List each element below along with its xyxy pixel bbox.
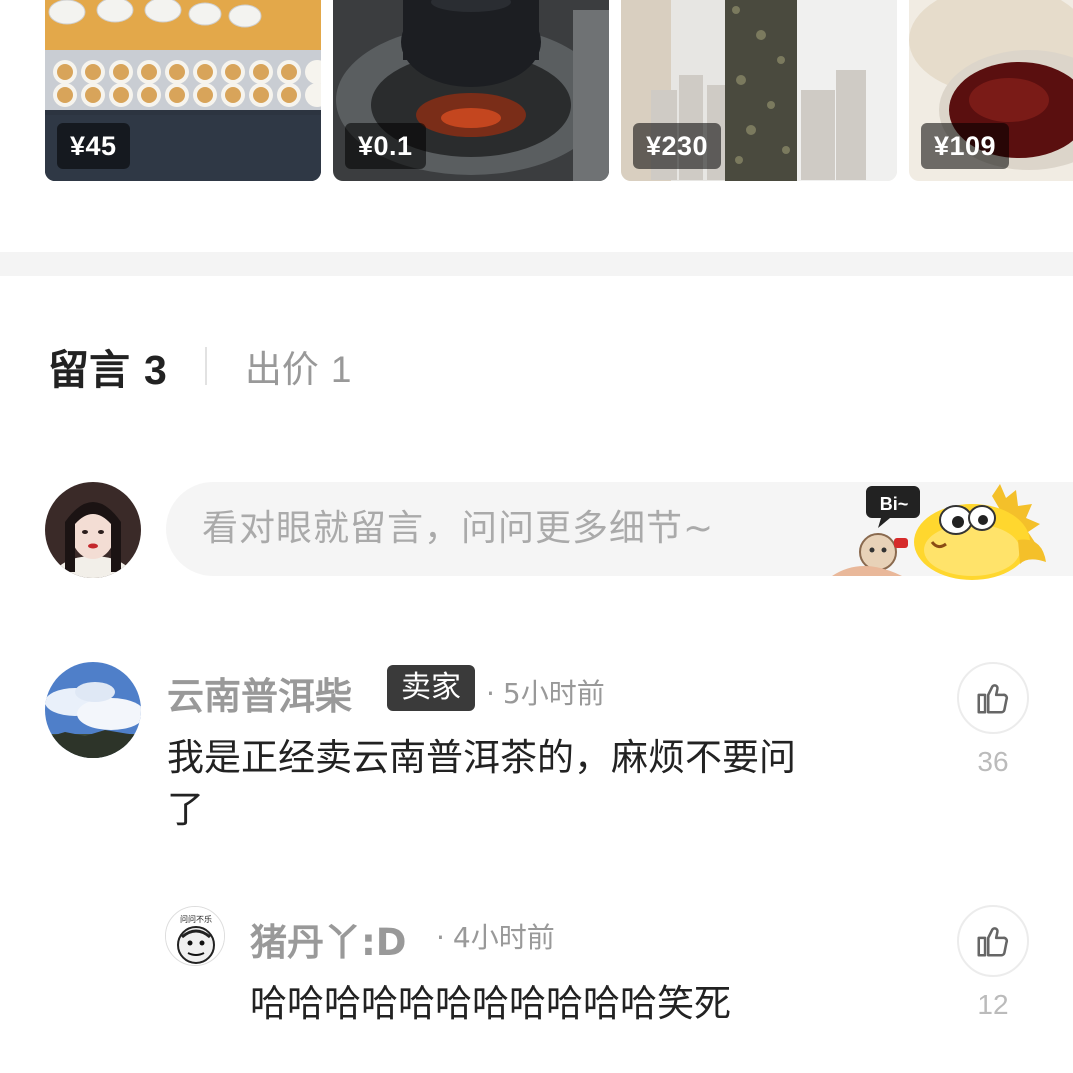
tab-bids-label: 出价 [244, 348, 319, 391]
time-separator: · [436, 921, 445, 954]
reply-time-text: 4小时前 [452, 921, 555, 954]
comment-input-placeholder: 看对眼就留言，问问更多细节~ [202, 508, 715, 549]
product-price: ¥109 [921, 123, 1010, 169]
product-card-4[interactable]: ¥109 [909, 0, 1073, 181]
thumbs-up-icon [977, 684, 1009, 714]
thumbs-up-icon [977, 927, 1009, 957]
time-separator: · [486, 677, 495, 710]
like-count: 12 [977, 989, 1009, 1020]
tab-comments[interactable]: 留言 3 [48, 336, 167, 396]
item-detail-page: ¥45 ¥0.1 ¥230 ¥109 留言 3 出价 1 看对眼就留言，问问更多… [0, 0, 1073, 1073]
tab-separator [204, 347, 207, 385]
comment-text-line-2: 了 [167, 788, 204, 831]
tab-comments-label: 留言 [48, 346, 130, 394]
product-card-3[interactable]: ¥230 [621, 0, 897, 181]
tab-bids[interactable]: 出价 1 [245, 339, 352, 393]
like-button[interactable] [957, 905, 1029, 977]
reply-text: 哈哈哈哈哈哈哈哈哈哈哈笑死 [250, 982, 731, 1025]
seller-badge: 卖家 [387, 665, 475, 711]
comment-time-text: 5小时前 [502, 677, 605, 710]
product-price: ¥45 [57, 123, 130, 169]
fish-mascot-icon[interactable]: Bi~ [832, 480, 1052, 580]
like-button[interactable] [957, 662, 1029, 734]
product-price: ¥0.1 [345, 123, 426, 169]
related-products-row: ¥45 ¥0.1 ¥230 ¥109 [0, 0, 1073, 182]
my-avatar [45, 482, 141, 578]
tab-comments-count: 3 [144, 347, 167, 393]
tab-bids-count: 1 [330, 349, 352, 390]
product-card-1[interactable]: ¥45 [45, 0, 321, 181]
like-count: 36 [977, 746, 1009, 777]
section-divider [0, 252, 1073, 276]
replier-name[interactable]: 猪丹丫:D [250, 912, 407, 966]
commenter-name[interactable]: 云南普洱柴 [167, 666, 352, 720]
commenter-avatar[interactable] [45, 662, 141, 758]
product-price: ¥230 [633, 123, 722, 169]
avatar-meme-text: 问问不乐 [180, 914, 212, 924]
replier-avatar[interactable]: 问问不乐 [165, 906, 225, 966]
comment-time: · 5小时前 [486, 672, 605, 712]
product-card-2[interactable]: ¥0.1 [333, 0, 609, 181]
comment-text-line-1: 我是正经卖云南普洱茶的，麻烦不要问 [167, 736, 796, 779]
comment-tabs: 留言 3 出价 1 [48, 338, 351, 394]
mascot-bubble-text: Bi~ [880, 494, 909, 514]
reply-time: · 4小时前 [436, 916, 555, 956]
